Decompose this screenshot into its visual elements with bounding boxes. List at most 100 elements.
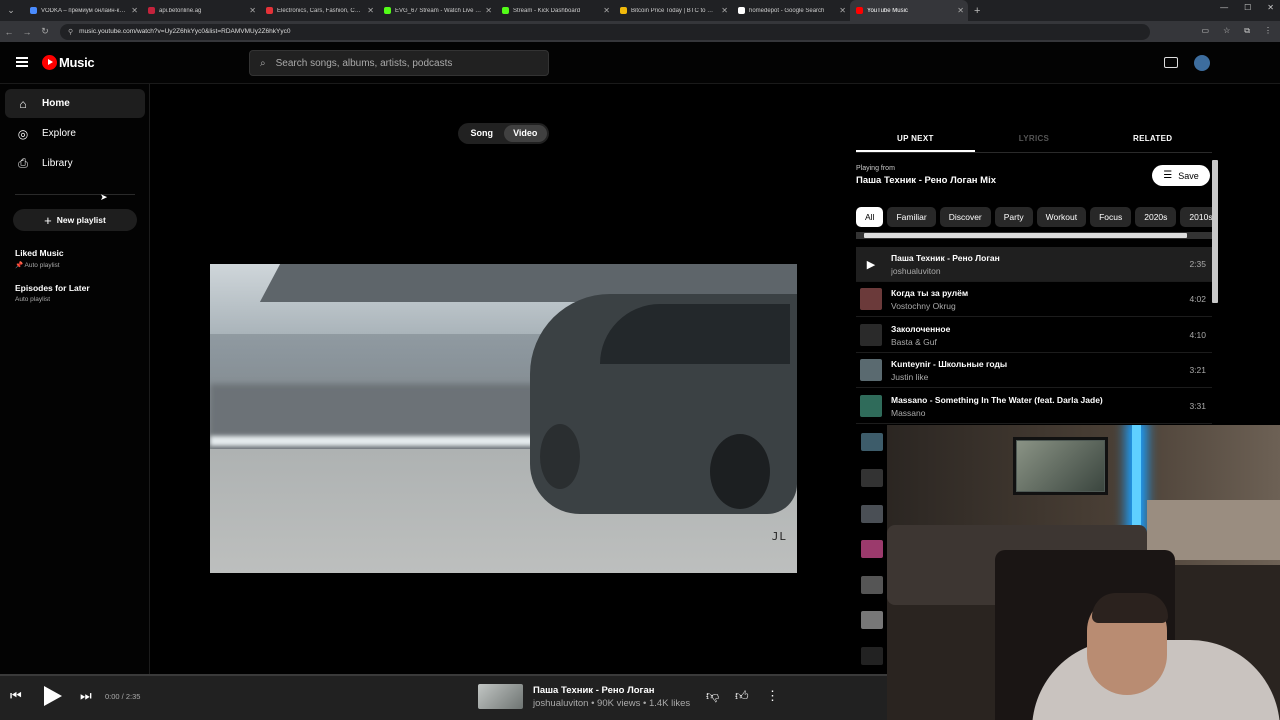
play-button[interactable] <box>40 683 64 709</box>
chips-scrollbar[interactable] <box>864 233 1187 238</box>
browser-tab[interactable]: EVG_67 Stream - Watch Live on Kick✕ <box>378 0 496 21</box>
tab-title: api.betonline.ag <box>159 7 202 14</box>
cam-monitor-screen <box>1017 441 1104 491</box>
save-button[interactable]: ☰ Save <box>1152 165 1210 186</box>
forward-icon[interactable]: → <box>18 27 36 37</box>
sidebar-item-library[interactable]: ⎙ Library <box>5 149 145 178</box>
queue-thumbnail <box>860 359 882 381</box>
address-bar: ← → ↻ ⚲ music.youtube.com/watch?v=Uy2Z6h… <box>0 21 1280 42</box>
search-input[interactable] <box>275 57 526 69</box>
queue-thumb[interactable] <box>861 505 883 523</box>
playing-from: Playing from Паша Техник - Рено Логан Mi… <box>856 165 996 186</box>
filter-chip[interactable]: Discover <box>939 207 991 227</box>
queue-thumb[interactable] <box>861 540 883 558</box>
browser-tab[interactable]: api.betonline.ag ✕ <box>142 0 260 21</box>
close-window-icon[interactable]: ✕ <box>1267 3 1274 12</box>
bookmark-star-icon[interactable]: ☆ <box>1223 26 1230 36</box>
queue-row[interactable]: Kunteynir - Школьные годы Justin like 3:21 <box>856 353 1212 388</box>
tab-list: VODKA – премиум онлайн-казино ✕ api.betonl… <box>24 0 968 21</box>
previous-icon[interactable]: ⏮ <box>10 688 22 704</box>
menu-icon[interactable] <box>16 57 28 67</box>
queue-artist[interactable]: Justin like <box>891 372 1189 382</box>
browser-tab[interactable]: homedepot - Google Search ✕ <box>732 0 850 21</box>
tab-close-icon[interactable]: ✕ <box>249 6 256 15</box>
extensions-icon[interactable]: ⧉ <box>1244 26 1250 36</box>
thumbs-down-icon[interactable]: 👎︎ <box>706 688 719 704</box>
plus-icon: + <box>44 212 52 228</box>
video-toggle-button[interactable]: Video <box>503 125 547 142</box>
menu-dots-icon[interactable]: ⋮ <box>1264 26 1272 36</box>
filter-chip[interactable]: Workout <box>1036 207 1087 227</box>
thumbs-up-icon[interactable]: 👍︎ <box>735 688 749 704</box>
maximize-icon[interactable]: ☐ <box>1244 3 1251 12</box>
filter-chip[interactable]: 2020s <box>1135 207 1177 227</box>
queue-row[interactable]: ▶ Паша Техник - Рено Логан joshualuviton 2:… <box>856 247 1212 282</box>
queue-scrollbar[interactable] <box>1212 160 1218 303</box>
queue-row[interactable]: Когда ты за рулём Vostochny Okrug 4:02 <box>856 282 1212 317</box>
tab-title: EVG_67 Stream - Watch Live on Kick <box>395 7 482 14</box>
playlist-liked-music[interactable]: Liked Music 📌 Auto playlist <box>15 248 64 269</box>
browser-tab[interactable]: Electronics, Cars, Fashion, Collectibles… <box>260 0 378 21</box>
queue-duration: 4:10 <box>1189 330 1206 340</box>
new-tab-icon[interactable]: + <box>974 5 980 17</box>
reload-icon[interactable]: ↻ <box>36 26 54 37</box>
queue-row[interactable]: Заколоченное Basta & Guf 4:10 <box>856 318 1212 353</box>
playing-from-title[interactable]: Паша Техник - Рено Логан Mix <box>856 175 996 186</box>
tab-close-icon[interactable]: ✕ <box>603 6 610 15</box>
queue-thumb[interactable] <box>861 433 883 451</box>
tab-search-icon[interactable]: ⌄ <box>4 4 18 18</box>
avatar[interactable] <box>1194 55 1210 71</box>
tab-related[interactable]: RELATED <box>1093 125 1212 152</box>
now-playing-title[interactable]: Паша Техник - Рено Логан <box>533 685 655 696</box>
queue-thumb[interactable] <box>861 576 883 594</box>
browser-tab[interactable]: VODKA – премиум онлайн-казино ✕ <box>24 0 142 21</box>
filter-chip[interactable]: 2010s <box>1180 207 1212 227</box>
tab-close-icon[interactable]: ✕ <box>485 6 492 15</box>
tab-close-icon[interactable]: ✕ <box>957 6 964 15</box>
tab-close-icon[interactable]: ✕ <box>131 6 138 15</box>
queue-duration: 2:35 <box>1189 259 1206 269</box>
back-icon[interactable]: ← <box>0 27 18 37</box>
more-options-icon[interactable]: ⋮ <box>766 688 779 704</box>
queue-artist[interactable]: Vostochny Okrug <box>891 301 1189 311</box>
tab-lyrics[interactable]: LYRICS <box>975 125 1094 152</box>
tab-close-icon[interactable]: ✕ <box>367 6 374 15</box>
window-controls: — ☐ ✕ <box>1220 3 1274 12</box>
tab-up-next[interactable]: UP NEXT <box>856 125 975 152</box>
new-playlist-button[interactable]: + New playlist <box>13 209 137 231</box>
song-toggle-button[interactable]: Song <box>460 125 504 142</box>
browser-tab[interactable]: Stream - Kick Dashboard ✕ <box>496 0 614 21</box>
url-field[interactable]: ⚲ music.youtube.com/watch?v=Uy2Z6hkYyc0&… <box>60 23 1150 40</box>
search-icon: ⌕ <box>260 57 266 69</box>
now-playing-subtitle[interactable]: joshualuviton • 90K views • 1.4K likes <box>533 698 690 709</box>
queue-artist[interactable]: Basta & Guf <box>891 337 1189 347</box>
tab-close-icon[interactable]: ✕ <box>721 6 728 15</box>
progress-bar[interactable] <box>0 674 887 676</box>
queue-thumb[interactable] <box>861 469 883 487</box>
queue-row[interactable]: Massano - Something In The Water (feat. … <box>856 389 1212 424</box>
playlist-episodes-for-later[interactable]: Episodes for Later Auto playlist <box>15 283 90 303</box>
queue-thumb[interactable] <box>861 647 883 665</box>
queue-artist[interactable]: Massano <box>891 408 1189 418</box>
sidebar-item-home[interactable]: ⌂ Home <box>5 89 145 118</box>
search-box[interactable]: ⌕ <box>249 50 549 76</box>
cast-icon[interactable] <box>1164 57 1178 68</box>
queue-thumb[interactable] <box>861 611 883 629</box>
now-playing-thumbnail[interactable] <box>478 684 523 709</box>
queue-artist[interactable]: joshualuviton <box>891 266 1189 276</box>
youtube-music-logo[interactable]: Music <box>42 55 95 70</box>
sidebar-item-explore[interactable]: ◎ Explore <box>5 119 145 148</box>
minimize-icon[interactable]: — <box>1220 3 1228 12</box>
browser-tab[interactable]: YouTube Music ✕ <box>850 0 968 21</box>
filter-chip[interactable]: Focus <box>1090 207 1132 227</box>
video-player[interactable]: JL <box>210 264 797 573</box>
filter-chip[interactable]: Familiar <box>887 207 936 227</box>
filter-chip[interactable]: All <box>856 207 884 227</box>
next-icon[interactable]: ⏭ <box>80 688 92 704</box>
site-info-icon[interactable]: ⚲ <box>68 28 73 36</box>
tab-close-icon[interactable]: ✕ <box>839 6 846 15</box>
browser-tab[interactable]: Bitcoin Price Today | BTC to USD ✕ <box>614 0 732 21</box>
cast-tab-icon[interactable]: ▭ <box>1202 26 1210 36</box>
filter-chip[interactable]: Party <box>994 207 1033 227</box>
filter-chips: All Familiar Discover Party Workout Focus 2020… <box>856 207 1212 229</box>
